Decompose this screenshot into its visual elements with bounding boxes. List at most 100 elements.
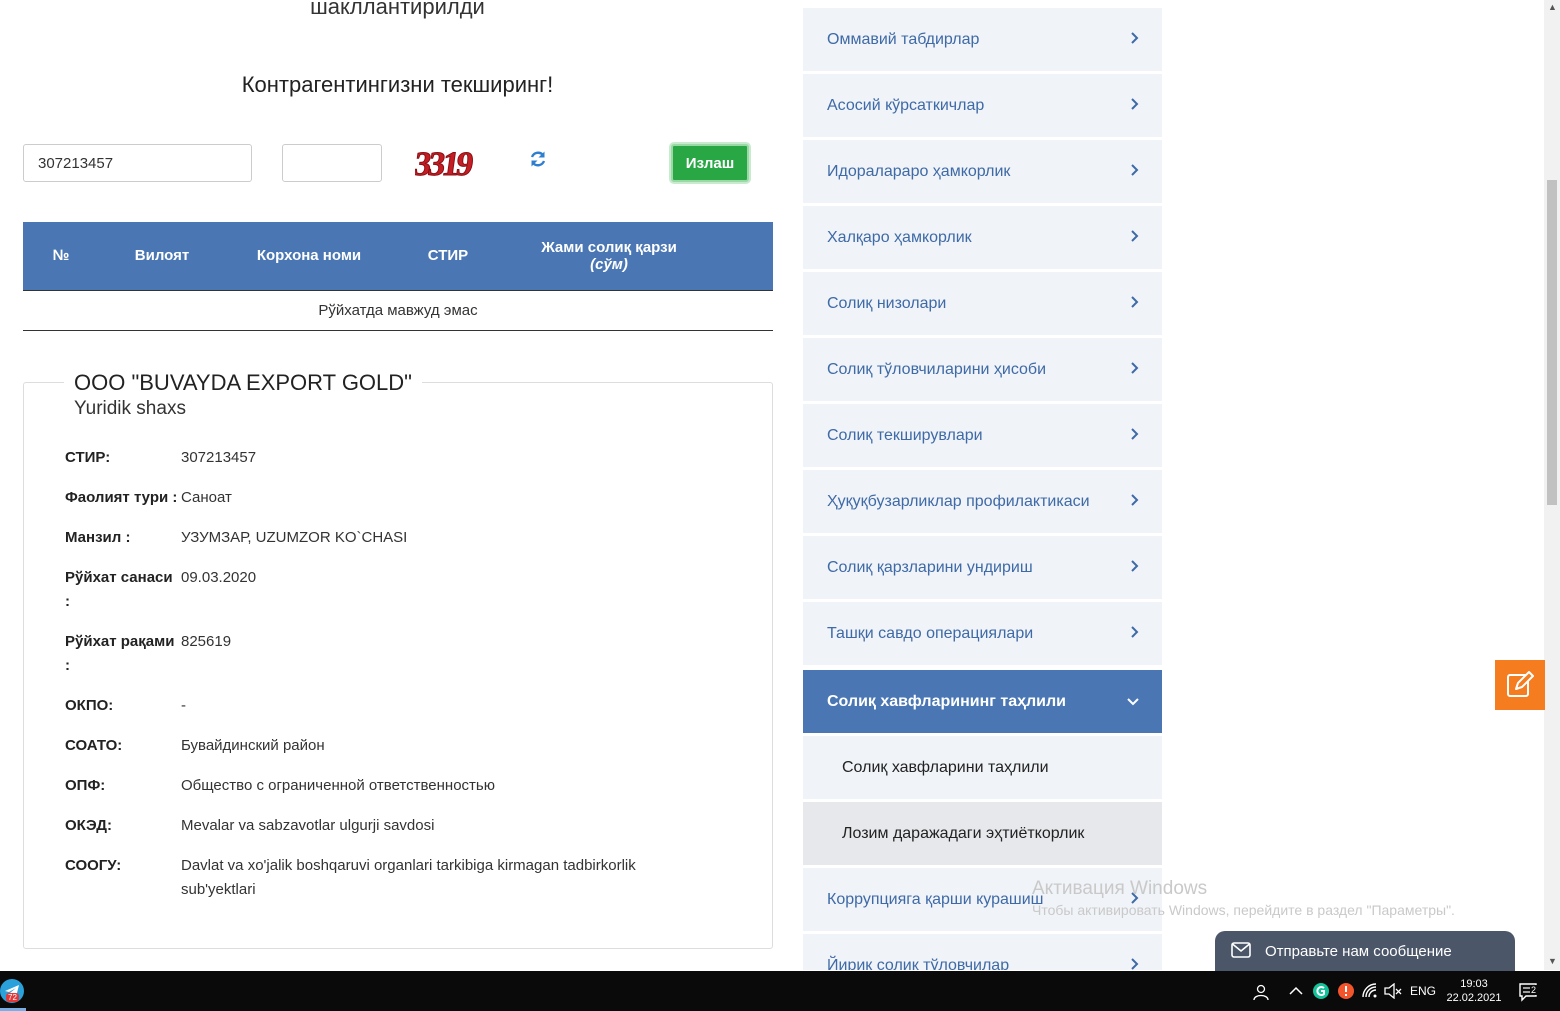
info-label: СТИР: xyxy=(65,449,111,466)
info-value: Саноат xyxy=(181,489,232,506)
chevron-right-icon xyxy=(1131,428,1139,440)
info-value: 09.03.2020 xyxy=(181,569,257,586)
column-header-company: Корхона номи xyxy=(256,247,362,265)
company-type: Yuridik shaxs xyxy=(74,398,186,419)
sidebar-item-main-indicators[interactable]: Асосий кўрсаткичлар xyxy=(803,74,1162,137)
stir-input[interactable] xyxy=(23,144,252,182)
sidebar-item-international[interactable]: Халқаро ҳамкорлик xyxy=(803,206,1162,269)
company-header: ООО "BUVAYDA EXPORT GOLD" Yuridik shaxs xyxy=(64,369,422,421)
info-value: - xyxy=(181,697,186,714)
sidebar-subitem-label: Солиқ хавфларини таҳлили xyxy=(842,758,1049,776)
sidebar-item-offense-prevention[interactable]: Ҳуқуқбузарликлар профилактикаси xyxy=(803,470,1162,533)
company-info-card: ООО "BUVAYDA EXPORT GOLD" Yuridik shaxs … xyxy=(23,369,773,949)
info-value: 825619 xyxy=(181,633,232,650)
activation-text: Чтобы активировать Windows, перейдите в … xyxy=(1032,902,1455,918)
sidebar-item-label: Асосий кўрсаткичлар xyxy=(827,96,985,114)
column-header-region: Вилоят xyxy=(134,247,190,265)
info-value: Бувайдинский район xyxy=(181,737,325,754)
chevron-right-icon xyxy=(1131,32,1139,44)
sidebar-item-label: Йирик солиқ тўловчилар xyxy=(827,956,1010,971)
sidebar-item-label: Солиқ хавфларининг таҳлили xyxy=(827,692,1066,710)
sidebar-item-label: Ҳуқуқбузарликлар профилактикаси xyxy=(827,492,1090,510)
column-header-number: № xyxy=(52,247,70,265)
info-label: Рўйхат рақами : xyxy=(65,633,175,674)
main-content: шакллантирилди Контрагентингизни текшири… xyxy=(0,0,795,970)
sidebar-item-interagency[interactable]: Идоралараро ҳамкорлик xyxy=(803,140,1162,203)
chevron-up-icon[interactable] xyxy=(1288,985,1304,997)
keyboard-language[interactable]: ENG xyxy=(1410,971,1436,1011)
sidebar-item-tax-disputes[interactable]: Солиқ низолари xyxy=(803,272,1162,335)
table-row: Рўйхатда мавжуд эмас xyxy=(23,289,773,331)
wifi-icon[interactable] xyxy=(1362,983,1378,999)
empty-table-message: Рўйхатда мавжуд эмас xyxy=(23,289,773,331)
chat-label: Отправьте нам сообщение xyxy=(1265,942,1452,960)
chevron-right-icon xyxy=(1131,296,1139,308)
chevron-down-icon xyxy=(1127,698,1139,706)
sidebar-subitem-label: Лозим даражадаги эҳтиёткорлик xyxy=(842,824,1085,842)
sidebar-item-taxpayer-registry[interactable]: Солиқ тўловчиларини ҳисоби xyxy=(803,338,1162,401)
alert-icon[interactable] xyxy=(1337,982,1355,1000)
sidebar-item-tax-risk-analysis[interactable]: Солиқ хавфларининг таҳлили xyxy=(803,670,1162,733)
chevron-right-icon xyxy=(1131,230,1139,242)
chevron-right-icon xyxy=(1131,494,1139,506)
scrollbar-thumb[interactable] xyxy=(1547,180,1557,505)
info-label: СООГУ: xyxy=(65,857,122,874)
sidebar-item-label: Солиқ текширувлари xyxy=(827,426,983,444)
info-value: Mevalar va sabzavotlar ulgurji savdosi xyxy=(181,817,435,834)
captcha-image: 3319 xyxy=(415,146,475,180)
sidebar-item-label: Коррупцияга қарши курашиш xyxy=(827,890,1044,908)
sidebar-item-foreign-trade[interactable]: Ташқи савдо операциялари xyxy=(803,602,1162,665)
sidebar-item-large-taxpayers[interactable]: Йирик солиқ тўловчилар xyxy=(803,934,1162,970)
sidebar-item-label: Солиқ тўловчиларини ҳисоби xyxy=(827,360,1047,378)
sidebar-item-label: Ташқи савдо операциялари xyxy=(827,624,1034,642)
info-value: Davlat va xo'jalik boshqaruvi organlari … xyxy=(181,857,636,898)
search-form: 3319 Излаш xyxy=(23,144,773,184)
info-value: УЗУМЗАР, UZUMZOR KO`CHASI xyxy=(181,529,408,546)
sidebar-subitem-risk-analysis[interactable]: Солиқ хавфларини таҳлили xyxy=(803,736,1162,799)
table-header-row: № Вилоят Корхона номи СТИР Жами солиқ қа… xyxy=(23,222,773,290)
info-label: СОАТО: xyxy=(65,737,123,754)
info-value: 307213457 xyxy=(181,449,257,466)
volume-muted-icon[interactable] xyxy=(1384,983,1402,999)
sidebar-item-tax-audits[interactable]: Солиқ текширувлари xyxy=(803,404,1162,467)
company-name: ООО "BUVAYDA EXPORT GOLD" xyxy=(74,370,412,395)
results-table: № Вилоят Корхона номи СТИР Жами солиқ қа… xyxy=(23,222,773,331)
sidebar-menu: Оммавий табдирлар Асосий кўрсаткичлар Ид… xyxy=(803,8,1162,970)
scroll-down-icon[interactable]: ▼ xyxy=(1548,956,1557,966)
windows-taskbar: 72 ENG 19:03 22.02.2021 2 xyxy=(0,971,1560,1011)
info-label: Манзил : xyxy=(65,529,131,546)
sidebar-item-debt-collection[interactable]: Солиқ қарзларини ундириш xyxy=(803,536,1162,599)
windows-activation-watermark: Активация Windows Чтобы активировать Win… xyxy=(1032,878,1455,918)
sidebar-item-label: Солиқ қарзларини ундириш xyxy=(827,558,1033,576)
info-label: ОКЭД: xyxy=(65,817,112,834)
clock-time: 19:03 xyxy=(1460,978,1488,990)
debt-header-label: Жами солиқ қарзи xyxy=(541,238,677,256)
chat-message-button[interactable]: Отправьте нам сообщение xyxy=(1215,931,1515,971)
sidebar-item-public-events[interactable]: Оммавий табдирлар xyxy=(803,8,1162,71)
captcha-text: 3319 xyxy=(415,146,475,180)
page-heading-top: шакллантирилди xyxy=(310,0,485,19)
sidebar-subitem-due-diligence[interactable]: Лозим даражадаги эҳтиёткорлик xyxy=(803,802,1162,865)
telegram-unread-badge: 72 xyxy=(6,993,19,1002)
info-label: Фаолият тури : xyxy=(65,489,178,506)
page-scrollbar[interactable]: ▲ ▼ xyxy=(1544,0,1560,970)
people-icon[interactable] xyxy=(1252,983,1270,1001)
grammarly-icon[interactable] xyxy=(1312,982,1330,1000)
chevron-right-icon xyxy=(1131,362,1139,374)
telegram-taskbar-icon[interactable]: 72 xyxy=(0,979,24,1003)
scroll-up-icon[interactable]: ▲ xyxy=(1548,2,1557,12)
refresh-captcha-icon[interactable] xyxy=(529,150,547,168)
search-button[interactable]: Излаш xyxy=(671,144,749,182)
activation-title: Активация Windows xyxy=(1032,878,1208,899)
sidebar-item-label: Оммавий табдирлар xyxy=(827,30,980,48)
chevron-right-icon xyxy=(1131,626,1139,638)
captcha-input[interactable] xyxy=(282,144,382,182)
feedback-edit-button[interactable] xyxy=(1495,660,1545,710)
info-label: ОКПО: xyxy=(65,697,114,714)
clock-date: 22.02.2021 xyxy=(1446,992,1502,1004)
chevron-right-icon xyxy=(1131,98,1139,110)
clock[interactable]: 19:03 22.02.2021 xyxy=(1444,971,1504,1011)
chevron-right-icon xyxy=(1131,958,1139,970)
column-header-stir: СТИР xyxy=(427,247,469,265)
mail-icon xyxy=(1231,942,1251,958)
